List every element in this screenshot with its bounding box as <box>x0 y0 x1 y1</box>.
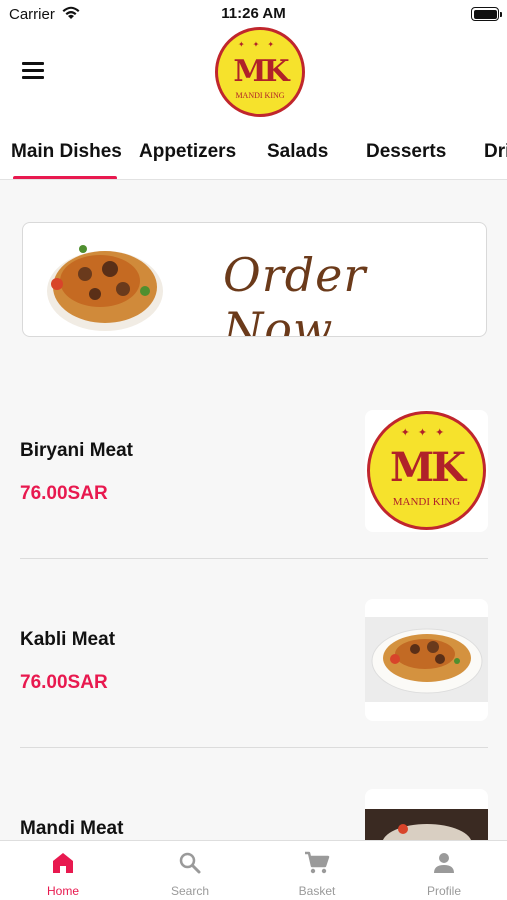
home-icon <box>53 853 73 873</box>
hamburger-menu-icon[interactable] <box>22 62 48 82</box>
tab-salads[interactable]: Salads <box>267 141 328 163</box>
logo-monogram: MK <box>233 54 289 89</box>
tab-bar-label: Search <box>170 884 210 898</box>
search-icon <box>179 852 201 874</box>
item-name: Kabli Meat <box>20 629 116 650</box>
item-image <box>365 599 488 721</box>
order-now-banner[interactable]: Order Now <box>22 222 487 337</box>
logo-text: MANDI KING <box>235 91 285 100</box>
tab-bar-label: Profile <box>426 884 461 898</box>
cart-icon <box>305 851 330 874</box>
menu-item-kabli-meat[interactable]: Kabli Meat 76.00SAR <box>20 599 488 749</box>
tab-desserts[interactable]: Desserts <box>366 141 446 163</box>
app-header: ✦✦✦ MK MANDI KING <box>0 27 507 125</box>
tab-drinks[interactable]: Dri <box>484 141 507 163</box>
menu-item-biryani-meat[interactable]: Biryani Meat 76.00SAR ✦✦✦ MK MANDI KING <box>20 410 488 560</box>
mandi-king-logo: ✦✦✦ MK MANDI KING <box>367 411 486 530</box>
status-bar: Carrier 11:26 AM <box>0 0 507 30</box>
tab-bar-search[interactable]: Search <box>127 841 253 900</box>
status-time: 11:26 AM <box>221 5 286 22</box>
item-price: 76.00SAR <box>20 672 108 693</box>
food-plate-image <box>47 245 163 331</box>
tab-bar-profile[interactable]: Profile <box>381 841 507 900</box>
crown-icon: ✦✦✦ <box>237 40 283 49</box>
bottom-tab-bar: Home Search Basket Profile <box>0 840 507 900</box>
item-price: 76.00SAR <box>20 483 108 504</box>
rice-plate-image <box>365 617 488 702</box>
category-tabs: Main Dishes Appetizers Salads Desserts D… <box>0 125 507 180</box>
item-name: Mandi Meat <box>20 818 124 839</box>
tab-bar-label: Home <box>46 884 79 898</box>
tab-bar-label: Basket <box>298 884 336 898</box>
item-divider <box>20 558 488 559</box>
order-now-text: Order Now <box>223 248 367 337</box>
battery-icon <box>471 7 502 21</box>
active-tab-indicator <box>13 176 117 179</box>
tab-bar-basket[interactable]: Basket <box>254 841 380 900</box>
tab-main-dishes[interactable]: Main Dishes <box>11 141 122 163</box>
item-name: Biryani Meat <box>20 440 133 461</box>
person-icon <box>434 853 454 873</box>
tab-appetizers[interactable]: Appetizers <box>139 141 236 163</box>
logo-monogram: MK <box>389 444 466 491</box>
logo-text: MANDI KING <box>392 496 461 508</box>
item-divider <box>20 747 488 748</box>
mandi-king-logo: ✦✦✦ MK MANDI KING <box>215 27 305 117</box>
item-image: ✦✦✦ MK MANDI KING <box>365 410 488 532</box>
tab-bar-home[interactable]: Home <box>0 841 126 900</box>
crown-icon: ✦✦✦ <box>400 427 453 439</box>
